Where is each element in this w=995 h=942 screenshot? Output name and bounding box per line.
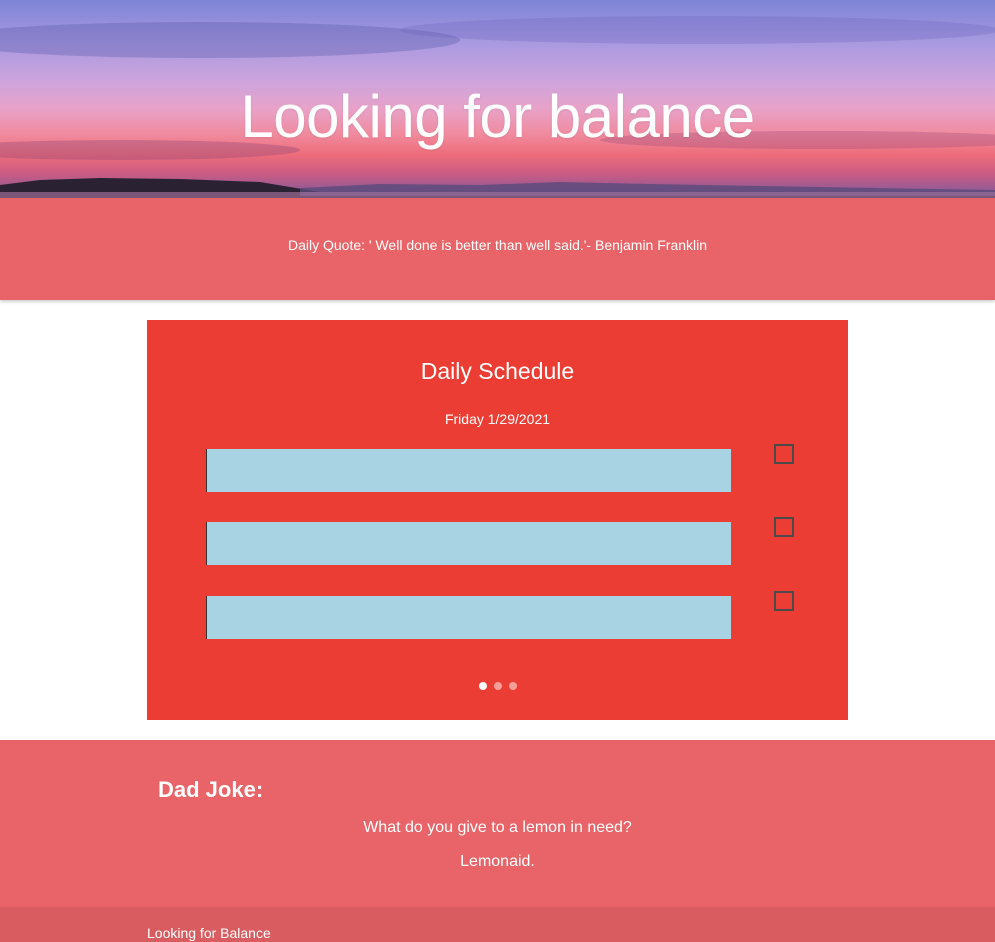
daily-schedule-card: Daily Schedule Friday 1/29/2021 — [147, 320, 848, 720]
joke-answer: Lemonaid. — [460, 853, 535, 870]
carousel-dot-1[interactable] — [478, 682, 487, 690]
daily-quote-text: Daily Quote: ' Well done is better than … — [287, 237, 708, 253]
carousel-dot-3[interactable] — [508, 682, 517, 690]
task-checkbox-2[interactable] — [774, 517, 794, 537]
carousel-dot-2[interactable] — [493, 682, 502, 690]
carousel-indicators — [147, 682, 848, 692]
daily-quote-section: Daily Quote: ' Well done is better than … — [0, 198, 995, 300]
task-input-2[interactable] — [206, 522, 731, 565]
schedule-date: Friday 1/29/2021 — [444, 411, 551, 427]
page-footer: Looking for Balance — [0, 907, 995, 942]
task-checkbox-3[interactable] — [774, 591, 794, 611]
joke-heading: Dad Joke: — [158, 777, 264, 802]
task-checkbox-1[interactable] — [774, 444, 794, 464]
task-input-3[interactable] — [206, 596, 731, 639]
dad-joke-section: Dad Joke: What do you give to a lemon in… — [0, 740, 995, 907]
footer-text: Looking for Balance — [147, 925, 271, 941]
hero-banner: Looking for balance — [0, 0, 995, 198]
schedule-title: Daily Schedule — [420, 358, 575, 384]
task-input-1[interactable] — [206, 449, 731, 492]
page-title: Looking for balance — [240, 83, 755, 150]
joke-question: What do you give to a lemon in need? — [363, 819, 632, 836]
